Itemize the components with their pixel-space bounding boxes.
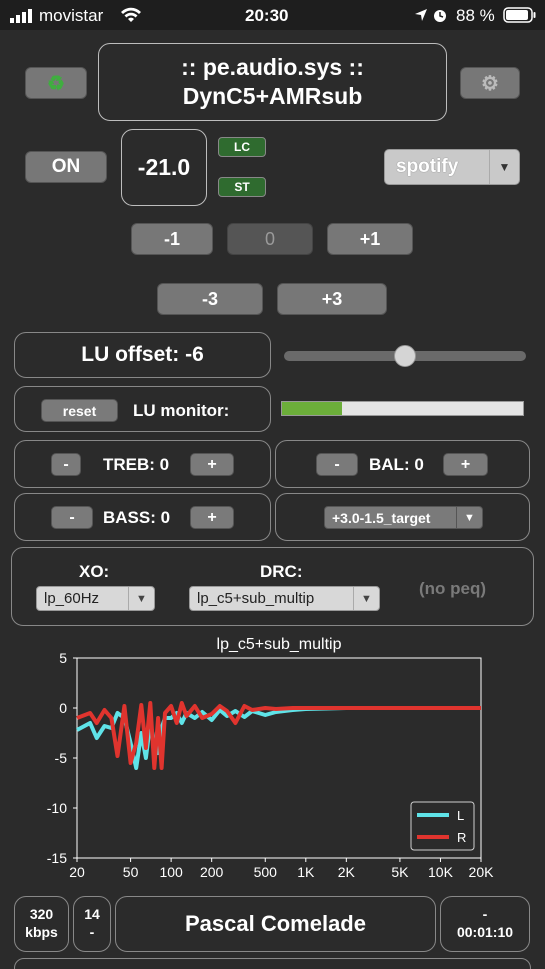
lu-monitor-meter-fill (282, 402, 343, 415)
lu-monitor-label: LU monitor: (133, 401, 230, 420)
slider-thumb[interactable] (394, 345, 416, 367)
drc-response-chart: lp_c5+sub_multip 20 50 100 200 500 1K 2K 5K 10K 20… (0, 630, 545, 892)
x-tick-label: 100 (159, 864, 183, 880)
peq-status: (no peq) (419, 579, 487, 598)
x-tick-label: 10K (428, 864, 454, 880)
next-panel-edge (14, 958, 531, 969)
volume-minus-3-button[interactable]: -3 (157, 283, 263, 315)
bitrate-unit: kbps (25, 924, 58, 940)
carrier: movistar (39, 6, 104, 25)
treble-panel: - TREB: 0 + (14, 440, 271, 488)
legend-label-R: R (457, 830, 466, 845)
treble-label: TREB: 0 (103, 455, 170, 474)
chevron-down-icon: ▼ (489, 150, 519, 184)
track-separator: - (89, 924, 95, 940)
volume-plus-1-button[interactable]: +1 (327, 223, 413, 255)
lu-offset-slider[interactable] (284, 345, 526, 367)
lu-reset-button[interactable]: reset (41, 399, 118, 422)
lu-monitor-meter (281, 401, 524, 416)
legend-label-L: L (457, 808, 464, 823)
chart-title: lp_c5+sub_multip (217, 636, 342, 653)
lu-offset-display: LU offset: -6 (14, 332, 271, 378)
chevron-down-icon: ▼ (353, 587, 379, 610)
x-tick-label: 2K (338, 864, 356, 880)
x-tick-label: 20 (69, 864, 85, 880)
chart-svg: lp_c5+sub_multip20 50 100 200 500 1K 2K 5K 10K 20… (47, 636, 495, 880)
bass-label: BASS: 0 (103, 508, 171, 527)
signal-icon (10, 9, 34, 28)
artist-display: Pascal Comelade (115, 896, 436, 952)
header-title-box: :: pe.audio.sys :: DynC5+AMRsub (98, 43, 447, 121)
source-select[interactable]: spotify ▼ (384, 149, 520, 185)
bitrate-box: 320 kbps (14, 896, 69, 952)
power-button[interactable]: ON (25, 151, 107, 183)
balance-plus-button[interactable]: + (443, 453, 488, 476)
target-panel: +3.0-1.5_target ▼ (275, 493, 530, 541)
x-tick-label: 20K (469, 864, 495, 880)
lu-monitor-panel: reset LU monitor: (14, 386, 271, 432)
wifi-icon (120, 7, 142, 28)
balance-label: BAL: 0 (369, 455, 424, 474)
app-title: :: pe.audio.sys :: (181, 54, 364, 80)
loudspeaker-name: DynC5+AMRsub (182, 83, 363, 109)
recycle-button[interactable]: ♻ (25, 67, 87, 99)
y-tick-label: 0 (59, 700, 67, 716)
bass-plus-button[interactable]: + (190, 506, 234, 529)
source-selected: spotify (396, 156, 459, 177)
track-time-box: - 00:01:10 (440, 896, 530, 952)
track-number: 14 (84, 906, 100, 922)
battery-icon (503, 7, 537, 28)
volume-zero-button[interactable]: 0 (227, 223, 313, 255)
gear-icon: ⚙ (481, 72, 499, 95)
drc-label: DRC: (260, 562, 303, 581)
xo-label: XO: (79, 562, 110, 581)
alarm-icon (432, 7, 448, 28)
clock: 20:30 (245, 6, 289, 25)
track-time: 00:01:10 (456, 924, 514, 940)
y-tick-label: -10 (47, 800, 67, 816)
bass-minus-button[interactable]: - (51, 506, 93, 529)
time-top: - (482, 906, 488, 922)
location-icon (414, 8, 428, 27)
y-tick-label: 5 (59, 650, 67, 666)
treble-plus-button[interactable]: + (190, 453, 234, 476)
drc-select[interactable]: lp_c5+sub_multip ▼ (189, 586, 380, 611)
bass-panel: - BASS: 0 + (14, 493, 271, 541)
xo-select[interactable]: lp_60Hz ▼ (36, 586, 155, 611)
volume-minus-1-button[interactable]: -1 (131, 223, 213, 255)
drc-selected: lp_c5+sub_multip (197, 590, 315, 607)
x-tick-label: 200 (200, 864, 224, 880)
bitrate-value: 320 (29, 906, 54, 922)
x-tick-label: 1K (297, 864, 315, 880)
x-tick-label: 5K (391, 864, 409, 880)
balance-panel: - BAL: 0 + (275, 440, 530, 488)
target-selected: +3.0-1.5_target (332, 509, 431, 526)
status-bar: movistar 20:30 88 % (0, 0, 545, 30)
xo-selected: lp_60Hz (44, 590, 100, 607)
battery-percent: 88 % (456, 6, 495, 25)
y-tick-label: -15 (47, 850, 67, 866)
volume-plus-3-button[interactable]: +3 (277, 283, 387, 315)
xo-drc-panel: XO: lp_60Hz ▼ DRC: lp_c5+sub_multip ▼ (n… (11, 547, 534, 626)
settings-button[interactable]: ⚙ (460, 67, 520, 99)
x-tick-label: 50 (123, 864, 139, 880)
loudness-compensation-button[interactable]: LC (218, 137, 266, 157)
balance-minus-button[interactable]: - (316, 453, 358, 476)
track-number-box: 14 - (73, 896, 111, 952)
recycle-icon: ♻ (47, 72, 65, 95)
chevron-down-icon: ▼ (128, 587, 154, 610)
volume-display: -21.0 (121, 129, 207, 206)
y-tick-label: -5 (55, 750, 68, 766)
target-select[interactable]: +3.0-1.5_target ▼ (324, 506, 483, 529)
stereo-button[interactable]: ST (218, 177, 266, 197)
treble-minus-button[interactable]: - (51, 453, 81, 476)
chevron-down-icon: ▼ (456, 507, 482, 528)
x-tick-label: 500 (254, 864, 278, 880)
